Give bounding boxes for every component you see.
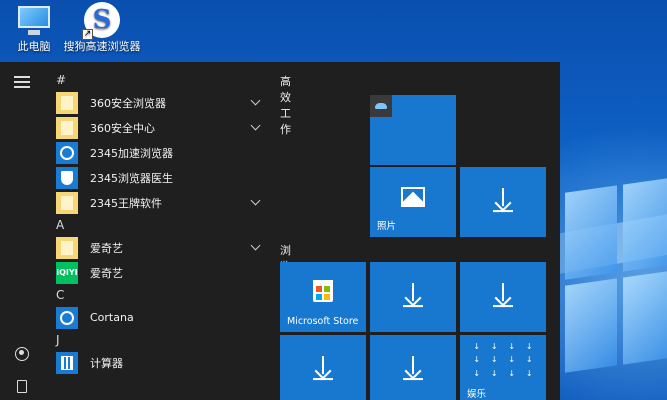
shield-icon <box>56 166 78 189</box>
tile-label: 照片 <box>377 221 397 232</box>
onedrive-icon <box>370 95 392 117</box>
app-item-label: 爱奇艺 <box>90 266 123 280</box>
app-item-label: 2345加速浏览器 <box>90 146 173 160</box>
app-item-2345-doctor[interactable]: 2345浏览器医生 <box>50 165 265 190</box>
app-item-label: 2345浏览器医生 <box>90 171 173 185</box>
folder-icon <box>56 191 78 214</box>
start-rail <box>0 62 44 400</box>
tile-download[interactable] <box>370 262 456 332</box>
chevron-down-icon <box>250 240 261 251</box>
hamburger-menu-icon[interactable] <box>12 72 32 92</box>
mini-download-icon: ↓ <box>490 368 498 378</box>
mini-download-icon: ↓ <box>525 355 533 365</box>
app-item-label: 计算器 <box>90 356 123 370</box>
group-header-j[interactable]: J <box>50 330 265 350</box>
app-list: # 360安全浏览器 360安全中心 2345加速浏览器 2345浏览器医生 2… <box>50 70 265 375</box>
mini-download-icon: ↓ <box>508 355 516 365</box>
desktop-icon-label: 此电脑 <box>17 40 51 53</box>
group-header-c[interactable]: C <box>50 285 265 305</box>
shortcut-arrow-icon: ↗ <box>82 29 93 40</box>
app-item-cortana[interactable]: Cortana <box>50 305 265 330</box>
document-icon[interactable] <box>12 376 32 396</box>
this-pc-icon <box>15 2 53 38</box>
mini-download-icon: ↓ <box>490 355 498 365</box>
cortana-icon <box>56 306 78 329</box>
tile-label: 娱乐 <box>467 389 487 400</box>
tile-label: Microsoft Store <box>287 316 359 327</box>
tile-microsoft-store[interactable]: Microsoft Store <box>280 262 366 332</box>
chevron-down-icon <box>250 120 261 131</box>
download-icon <box>403 283 423 308</box>
app-item-label: 360安全中心 <box>90 121 155 135</box>
folder-icon <box>56 236 78 259</box>
desktop-icon-sogou-browser[interactable]: S ↗ 搜狗高速浏览器 <box>62 2 142 53</box>
tile-photos[interactable]: 照片 <box>370 167 456 237</box>
app-item-calculator[interactable]: 计算器 <box>50 350 265 375</box>
chevron-down-icon <box>250 95 261 106</box>
app-item-label: 爱奇艺 <box>90 241 123 255</box>
folder-icon <box>56 91 78 114</box>
app-item-2345-browser[interactable]: 2345加速浏览器 <box>50 140 265 165</box>
mini-download-icon: ↓ <box>525 368 533 378</box>
iqiyi-icon: iQIYI <box>56 261 78 284</box>
download-icon <box>403 356 423 381</box>
desktop-icon-label: 搜狗高速浏览器 <box>63 40 141 53</box>
app-item-2345-software[interactable]: 2345王牌软件 <box>50 190 265 215</box>
group-header-hash[interactable]: # <box>50 70 265 90</box>
folder-icon <box>56 116 78 139</box>
app-item-label: 360安全浏览器 <box>90 96 166 110</box>
start-menu: # 360安全浏览器 360安全中心 2345加速浏览器 2345浏览器医生 2… <box>0 62 560 400</box>
tile-download[interactable] <box>460 167 546 237</box>
app-item-360-browser[interactable]: 360安全浏览器 <box>50 90 265 115</box>
user-icon[interactable] <box>12 344 32 364</box>
entertainment-download-grid: ↓ ↓ ↓ ↓ ↓ ↓ ↓ ↓ ↓ ↓ ↓ ↓ <box>468 341 538 381</box>
mini-download-icon: ↓ <box>473 368 481 378</box>
mini-download-icon: ↓ <box>473 342 481 351</box>
chevron-down-icon <box>250 195 261 206</box>
mini-download-icon: ↓ <box>508 342 516 351</box>
app-item-label: 2345王牌软件 <box>90 196 162 210</box>
calculator-icon <box>56 351 78 374</box>
wallpaper-windows-logo <box>565 177 667 373</box>
tile-onedrive[interactable] <box>370 95 456 165</box>
app-item-label: Cortana <box>90 311 134 324</box>
browser-icon <box>56 141 78 164</box>
app-item-iqiyi-folder[interactable]: 爱奇艺 <box>50 235 265 260</box>
download-icon <box>493 283 513 308</box>
tile-download[interactable] <box>280 335 366 400</box>
photos-icon <box>401 187 425 207</box>
app-item-360-security[interactable]: 360安全中心 <box>50 115 265 140</box>
tile-entertainment[interactable]: ↓ ↓ ↓ ↓ ↓ ↓ ↓ ↓ ↓ ↓ ↓ ↓ 娱乐 <box>460 335 546 400</box>
app-item-iqiyi[interactable]: iQIYI 爱奇艺 <box>50 260 265 285</box>
mini-download-icon: ↓ <box>508 368 516 378</box>
mini-download-icon: ↓ <box>490 342 498 351</box>
tile-section-title[interactable]: 高效工作 <box>280 73 291 137</box>
download-icon <box>313 356 333 381</box>
tile-download[interactable] <box>370 335 456 400</box>
mini-download-icon: ↓ <box>525 342 533 351</box>
store-icon <box>313 280 333 302</box>
download-icon <box>493 188 513 213</box>
tile-download[interactable] <box>460 262 546 332</box>
mini-download-icon: ↓ <box>473 355 481 365</box>
group-header-a[interactable]: A <box>50 215 265 235</box>
sogou-browser-icon: S ↗ <box>82 2 120 40</box>
